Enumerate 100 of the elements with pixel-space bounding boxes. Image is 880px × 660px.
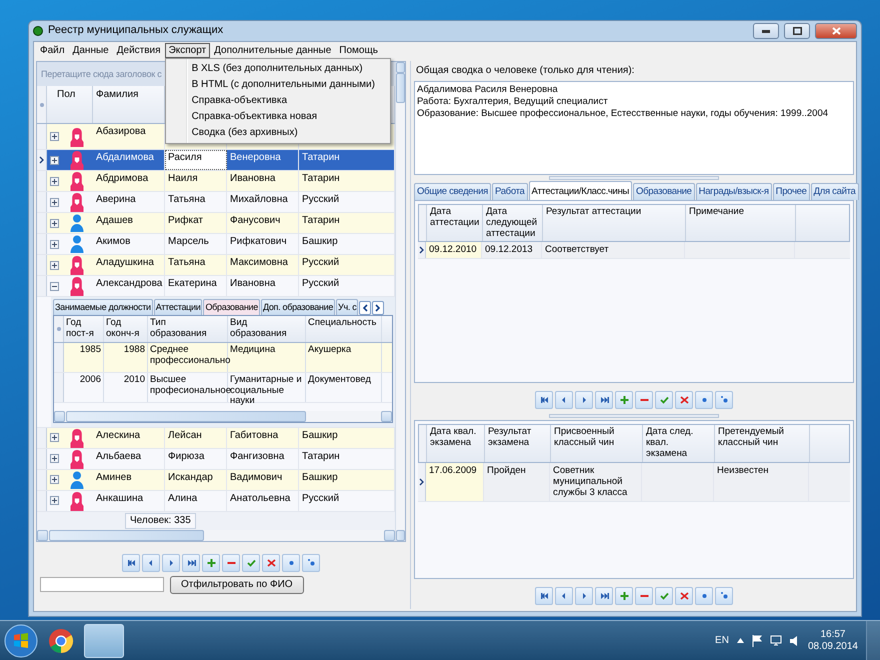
browser-icon[interactable] [48, 628, 74, 654]
next-record-button[interactable] [575, 391, 593, 410]
column-header[interactable]: Дата аттестации [430, 206, 479, 229]
clock-time[interactable]: 16:57 [820, 628, 846, 640]
save-record-button[interactable] [242, 554, 260, 572]
filter-field[interactable] [40, 577, 164, 592]
expand-icon[interactable] [50, 132, 58, 141]
expand-icon[interactable] [50, 218, 58, 228]
menu-item[interactable]: Данные [68, 43, 113, 58]
column-header[interactable]: Результат экзамена [488, 426, 547, 449]
speaker-icon[interactable] [790, 636, 800, 646]
scroll-right-button[interactable] [372, 300, 384, 315]
clock-date[interactable]: 08.09.2014 [808, 640, 858, 652]
add-record-button[interactable] [615, 391, 633, 410]
column-header[interactable]: Пол [57, 89, 76, 100]
cancel-edit-button[interactable] [675, 391, 693, 410]
expand-icon[interactable] [50, 475, 58, 484]
tab[interactable]: Уч. с [336, 299, 358, 315]
menu-option[interactable]: В HTML (с дополнительными данными) [168, 77, 388, 93]
last-record-button[interactable] [595, 587, 613, 605]
column-header[interactable]: Присвоенный классный чин [554, 426, 639, 449]
cancel-edit-button[interactable] [675, 587, 693, 605]
previous-record-button[interactable] [142, 554, 160, 572]
previous-record-button[interactable] [555, 391, 573, 410]
monitor-icon[interactable] [770, 635, 782, 646]
menu-option[interactable]: Справка-объективка новая [168, 109, 388, 125]
cancel-edit-button[interactable] [262, 554, 280, 572]
scroll-left-button[interactable] [359, 300, 372, 315]
row-selector[interactable] [418, 462, 426, 501]
menu-option[interactable]: Справка-объективка [168, 93, 388, 109]
next-record-button[interactable] [575, 587, 593, 605]
vertical-scrollbar[interactable] [395, 62, 405, 541]
horizontal-scrollbar[interactable] [54, 410, 392, 422]
close-button[interactable] [815, 23, 857, 39]
column-header[interactable]: Специальность [308, 318, 379, 329]
next-record-button[interactable] [162, 554, 180, 572]
column-header[interactable]: Тип образования [150, 318, 225, 340]
column-header[interactable]: Фамилия [96, 89, 138, 100]
delete-record-button[interactable] [222, 554, 240, 572]
column-header[interactable]: Результат аттестации [546, 206, 682, 218]
menu-item[interactable]: Экспорт [164, 43, 210, 58]
tab[interactable]: Прочее [772, 183, 810, 200]
menu-item[interactable]: Помощь [335, 43, 382, 58]
menu-option[interactable]: В XLS (без дополнительных данных) [168, 61, 388, 77]
filter-button[interactable]: Отфильтровать по ФИО [170, 576, 304, 594]
splitter-handle[interactable] [549, 414, 719, 418]
last-record-button[interactable] [182, 554, 200, 572]
save-record-button[interactable] [655, 391, 673, 410]
delete-record-button[interactable] [635, 391, 653, 410]
tab[interactable]: Занимаемые должности [53, 299, 153, 315]
delete-record-button[interactable] [635, 587, 653, 605]
column-header[interactable]: Дата след. квал. экзамена [646, 426, 711, 460]
start-button[interactable] [4, 624, 38, 658]
minimize-button[interactable] [753, 23, 779, 39]
save-record-button[interactable] [655, 587, 673, 605]
table-row[interactable]: 17.06.2009 Пройден Советник муниципальной службы 3 класса Неизвестен [418, 462, 850, 502]
tab[interactable]: Образование [203, 299, 260, 315]
add-record-button[interactable] [202, 554, 220, 572]
column-header[interactable]: Год оконч-я [106, 318, 145, 340]
horizontal-scrollbar[interactable] [37, 530, 395, 541]
column-header[interactable]: Дата следующей аттестации [486, 206, 539, 240]
last-record-button[interactable] [595, 391, 613, 410]
tab[interactable]: Работа [492, 183, 528, 200]
column-header[interactable]: Вид образования [230, 318, 303, 340]
expand-icon[interactable] [50, 198, 58, 206]
tab[interactable]: Для сайта [810, 183, 859, 200]
expand-icon[interactable] [50, 240, 58, 248]
menu-item[interactable]: Дополнительные данные [210, 43, 336, 58]
column-header[interactable]: Год пост-я [66, 318, 101, 340]
column-header[interactable]: Претендуемый классный чин [718, 426, 806, 449]
expand-icon[interactable] [50, 156, 58, 164]
menu-item[interactable]: Файл [36, 43, 69, 58]
menu-item[interactable]: Действия [112, 43, 165, 58]
tab[interactable]: Образование [633, 183, 695, 200]
tab[interactable]: Аттестации/Класс.чины [528, 181, 632, 200]
expand-icon[interactable] [50, 454, 58, 464]
tab[interactable]: Общие сведения [414, 183, 491, 200]
table-row[interactable]: 09.12.2010 09.12.2013 Соответствует [418, 242, 850, 259]
add-record-button[interactable] [615, 587, 633, 605]
previous-record-button[interactable] [555, 587, 573, 605]
first-record-button[interactable] [535, 391, 553, 410]
column-header[interactable]: Дата квал. экзамена [430, 426, 481, 449]
flag-icon[interactable] [752, 634, 762, 646]
tab[interactable]: Награды/взыск-я [696, 183, 772, 200]
first-record-button[interactable] [122, 554, 140, 572]
splitter-handle[interactable] [549, 176, 719, 180]
expand-icon[interactable] [50, 496, 58, 506]
maximize-button[interactable] [784, 23, 810, 39]
up-arrow-icon[interactable] [736, 638, 744, 643]
menu-option[interactable]: Сводка (без архивных) [168, 125, 388, 141]
collapse-icon[interactable] [50, 282, 58, 290]
expand-icon[interactable] [50, 176, 58, 186]
first-record-button[interactable] [535, 587, 553, 605]
language-indicator[interactable]: EN [715, 634, 729, 646]
column-header[interactable]: Примечание [689, 206, 792, 218]
tab[interactable]: Аттестации [154, 299, 202, 315]
expand-icon[interactable] [50, 260, 58, 270]
tab[interactable]: Доп. образование [260, 299, 336, 315]
row-selector[interactable] [37, 150, 47, 170]
row-selector[interactable] [418, 242, 426, 258]
